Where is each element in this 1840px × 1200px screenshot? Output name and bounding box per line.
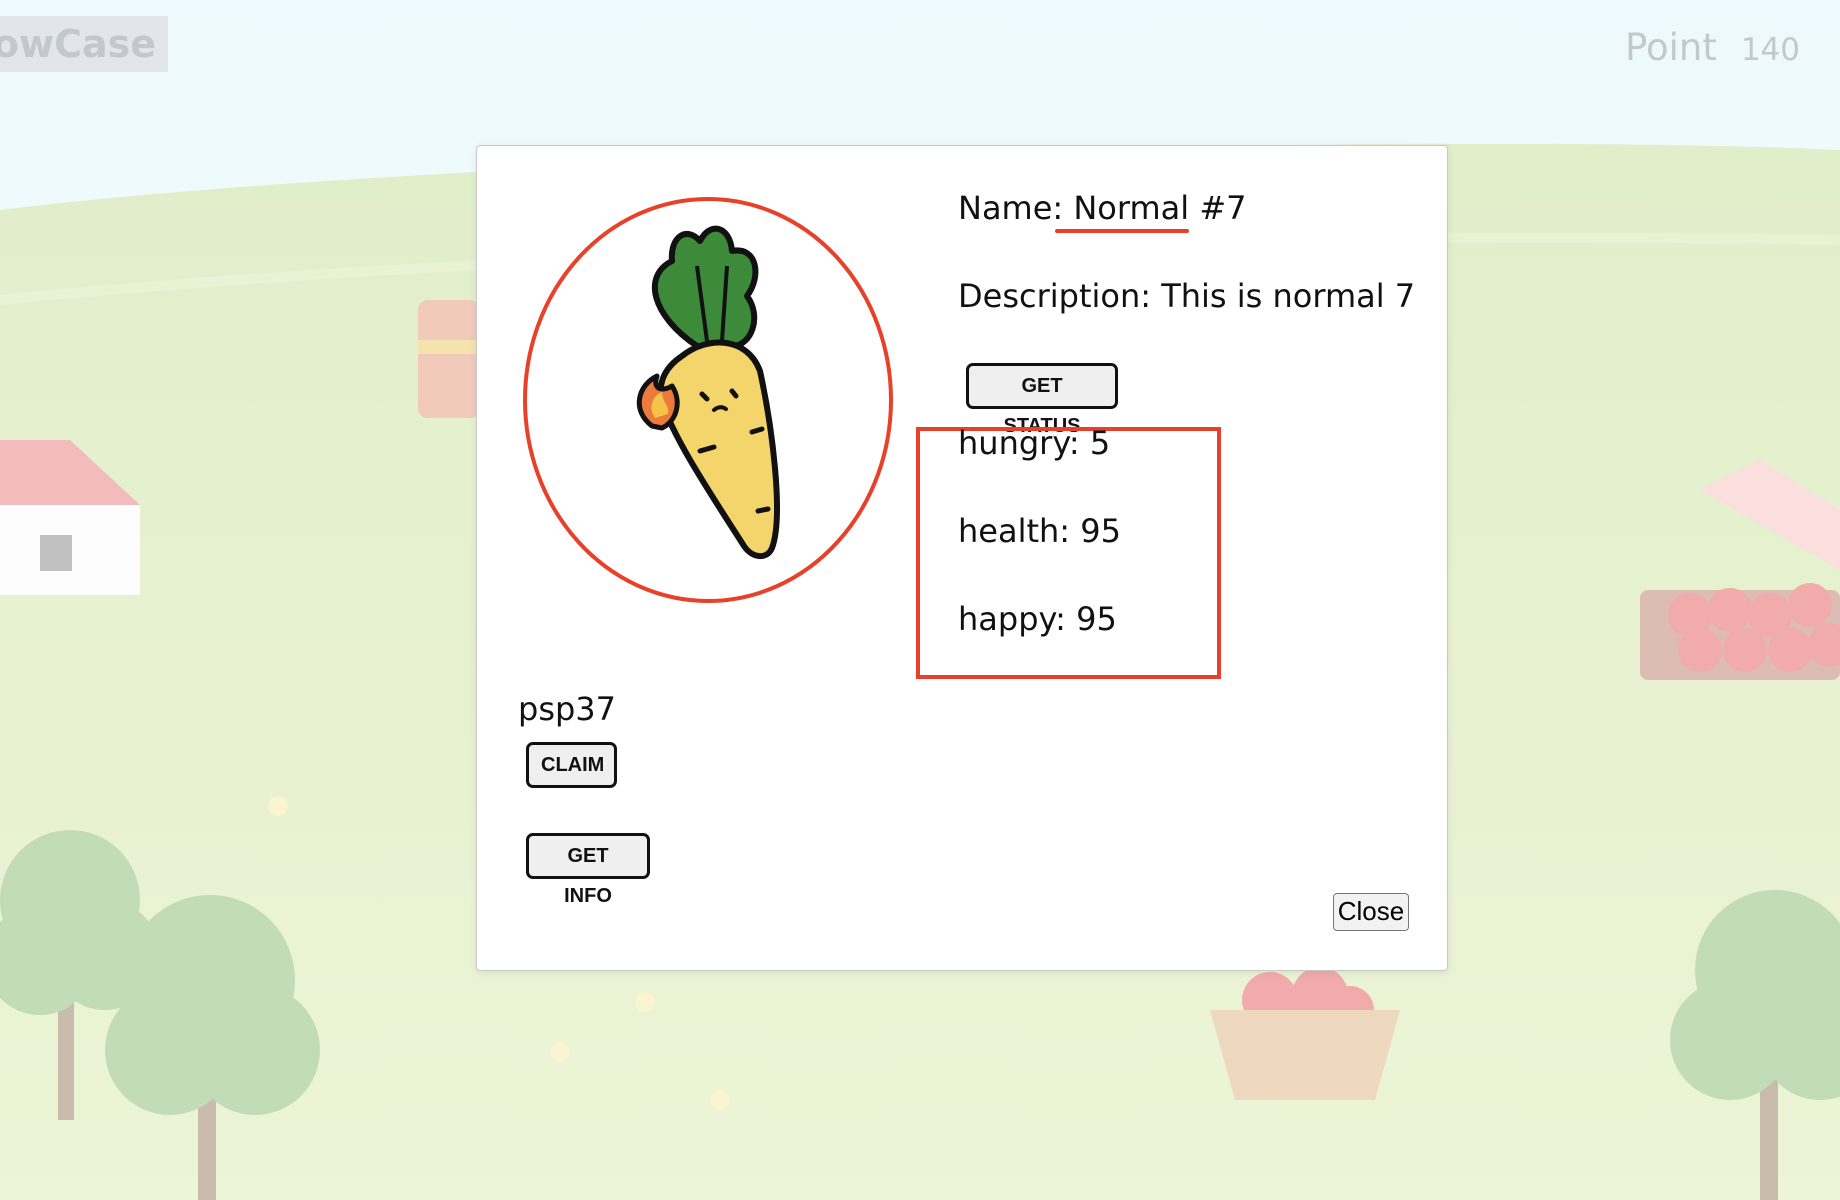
showcase-button[interactable]: ShowCase	[0, 16, 168, 72]
character-info-modal: Name: Normal #7 Description: This is nor…	[476, 145, 1448, 971]
points-value: 140	[1740, 32, 1800, 68]
points-label: Point	[1624, 26, 1717, 69]
showcase-label: ShowCase	[0, 22, 156, 66]
status-happy: happy: 95	[958, 600, 1117, 638]
character-name: Name: Normal #7	[958, 189, 1247, 227]
character-description: Description: This is normal 7	[958, 277, 1416, 315]
points-display: Point 140	[1625, 26, 1800, 69]
status-hungry: hungry: 5	[958, 424, 1111, 462]
name-highlight	[1055, 229, 1189, 233]
status-health: health: 95	[958, 512, 1121, 550]
carrot-character-icon	[523, 197, 893, 603]
get-status-button[interactable]: GET STATUS	[966, 363, 1118, 437]
status-highlight-box	[916, 427, 1221, 679]
close-button[interactable]: Close	[1333, 893, 1409, 931]
get-info-button[interactable]: GET INFO	[526, 833, 650, 907]
owner-name: psp37	[518, 690, 617, 728]
claim-button[interactable]: CLAIM	[526, 742, 617, 788]
